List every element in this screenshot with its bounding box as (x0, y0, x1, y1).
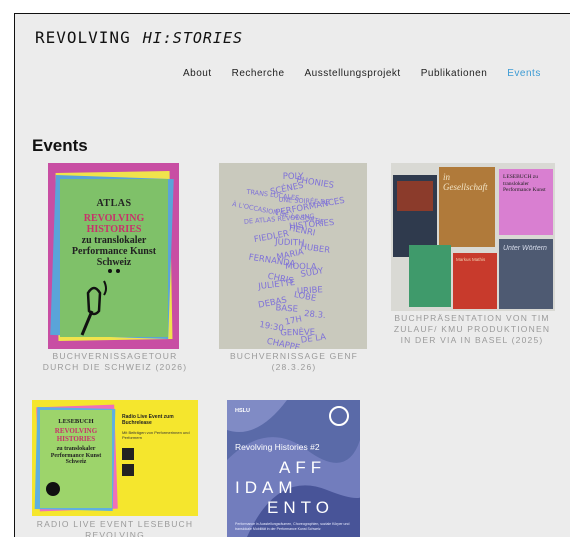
poster-word: HUBER (300, 242, 331, 256)
poster-title: Revolving Histories #2 (235, 442, 320, 452)
cover-title: REVOLVING HISTORIES (83, 213, 145, 235)
handwritten-text-graphic: POLYPHONIESSCÉNESTRANS LOCALESUNE SOIRÉE… (231, 172, 345, 353)
event-image-atlas-cover[interactable]: ATLAS REVOLVING HISTORIES zu translokale… (48, 163, 179, 349)
book-title: LESEBUCH zu translokaler Performance Kun… (503, 174, 546, 193)
browser-viewport: REVOLVING HI:STORIES About Recherche Aus… (14, 13, 570, 537)
book-author: Markus Mathis (456, 257, 486, 262)
event-caption[interactable]: RADIO LIVE EVENT LESEBUCH REVOLVING (35, 519, 195, 537)
poster-word: CHAPPE (266, 337, 301, 349)
record-icon (46, 482, 60, 496)
book-title: Unter Wörtern (503, 245, 547, 252)
nav-recherche[interactable]: Recherche (232, 68, 285, 79)
book-title: in Gesellschaft (443, 172, 488, 192)
event-image-lesebuch-radio[interactable]: LESEBUCH REVOLVING HISTORIES zu translok… (32, 400, 198, 516)
nav-publikationen[interactable]: Publikationen (421, 68, 488, 79)
cover-subtitle: zu translokaler Performance Kunst Schwei… (50, 446, 102, 465)
event-caption[interactable]: BUCHPRÄSENTATION VON TIM ZULAUF/ KMU PRO… (389, 313, 555, 346)
hslu-logo: HSLU (235, 408, 250, 414)
event-caption[interactable]: BUCHVERNISSAGE GENF (28.3.26) (221, 351, 367, 373)
event-image-genf-poster[interactable]: POLY PHONIES SCÉNES TRANS LOCALES UNE SOIRÉE… (219, 163, 367, 353)
poster-word: 17H (284, 314, 303, 327)
event-image-affidamento-poster[interactable]: HSLU Revolving Histories #2 AFF IDAM ENT… (227, 400, 360, 537)
microphone-figure-icon (80, 269, 120, 336)
poster-footer-text: Performance in Ausstellungsräumen, Chore… (235, 522, 350, 531)
poster-big-word: IDAM (235, 478, 298, 497)
logo-part-revolving: REVOLVING (35, 28, 131, 47)
cover-kicker: ATLAS (96, 198, 132, 209)
nav-ausstellungsprojekt[interactable]: Ausstellungsprojekt (305, 68, 401, 79)
nav-about[interactable]: About (183, 68, 212, 79)
poster-word: 28.3. (304, 309, 327, 321)
qr-code-icon (122, 448, 134, 460)
event-image-books-photo[interactable]: in Gesellschaft LESEBUCH zu translokaler… (391, 163, 555, 311)
page-title: Events (32, 136, 88, 155)
qr-code-icon (122, 464, 134, 476)
logo-part-histories: HI:STORIES (142, 29, 244, 47)
main-nav: About Recherche Ausstellungsprojekt Publ… (183, 68, 541, 79)
cover-kicker: LESEBUCH (58, 418, 94, 425)
event-caption[interactable]: BUCHVERNISSAGETOUR DURCH DIE SCHWEIZ (20… (35, 351, 195, 373)
poster-word: BASE (275, 303, 298, 315)
radio-event-text: Mit Beiträgen von Performerinnen und Per… (122, 430, 190, 440)
site-logo[interactable]: REVOLVING HI:STORIES (35, 28, 243, 47)
poster-word: DE LA (300, 332, 327, 345)
poster-big-word: AFF (279, 458, 327, 477)
radio-event-title: Radio Live Event zum Buchrelease (122, 414, 174, 426)
cover-title: REVOLVING HISTORIES (54, 427, 98, 443)
nav-events[interactable]: Events (507, 68, 541, 79)
poster-word: JULIETTE (257, 278, 296, 292)
poster-big-word: ENTO (267, 498, 334, 517)
